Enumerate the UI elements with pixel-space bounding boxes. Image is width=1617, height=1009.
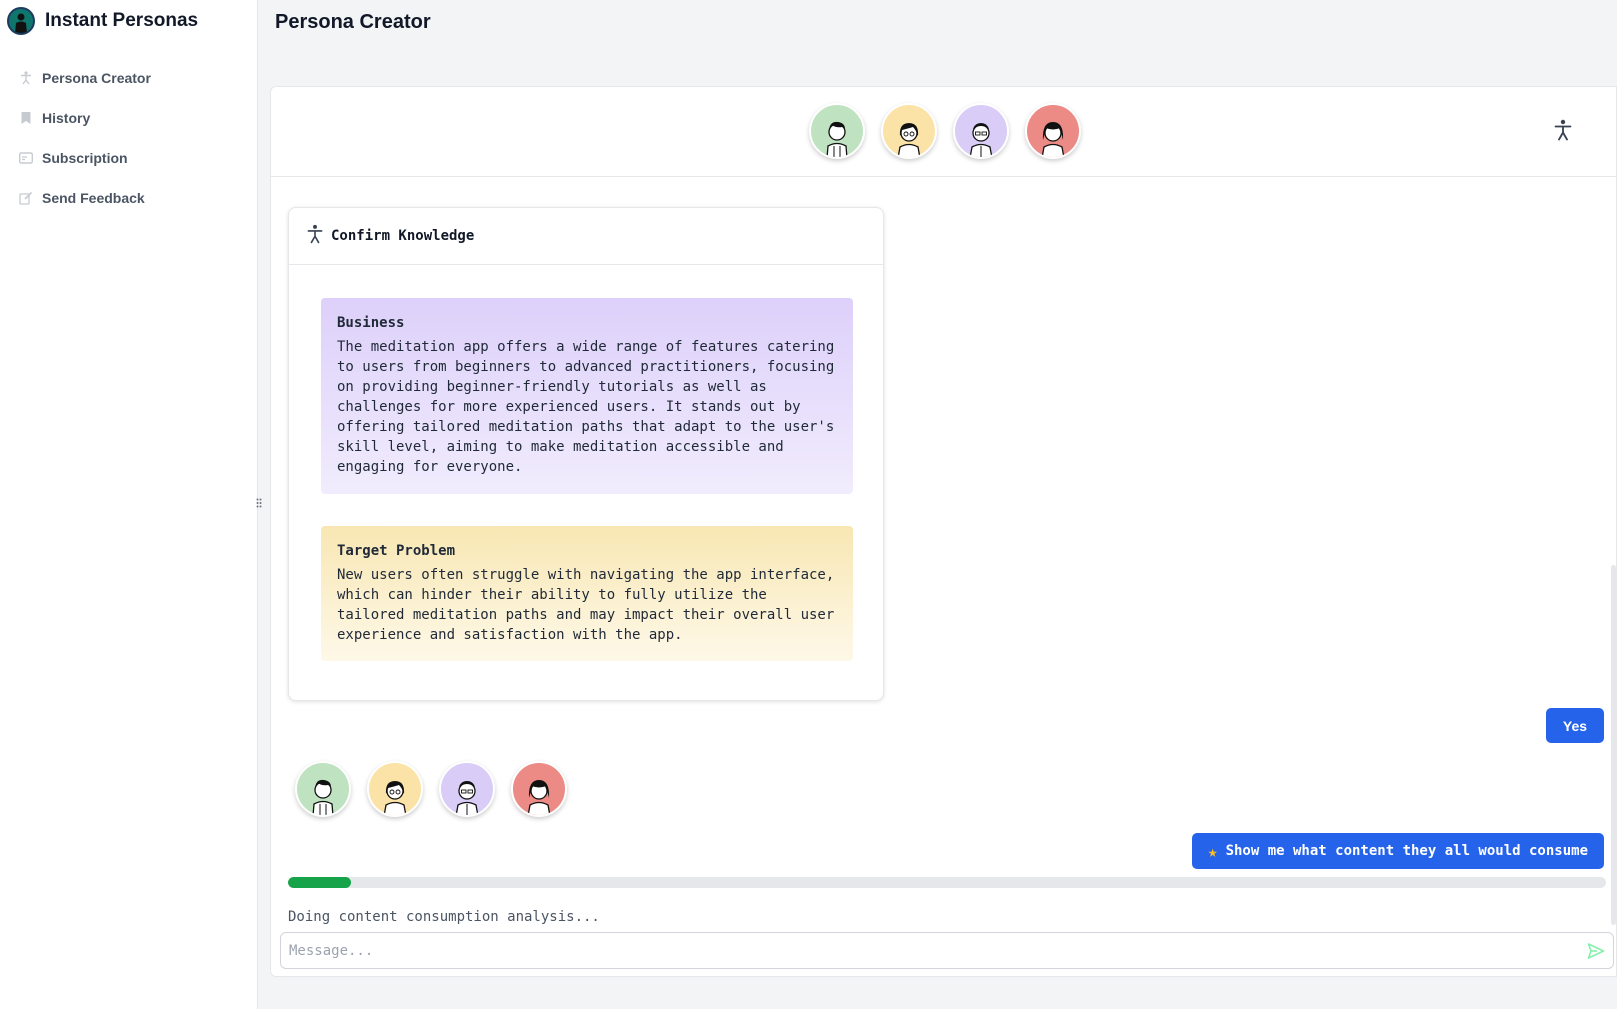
persona-avatar-4[interactable]: [511, 761, 567, 817]
progress-bar-fill: [288, 877, 352, 888]
sidebar-item-subscription[interactable]: Subscription: [0, 138, 257, 178]
message-input-container: [280, 932, 1614, 969]
persona-avatar-4[interactable]: [1025, 103, 1081, 159]
persona-avatar-row-chat: [295, 761, 567, 817]
business-box: Business The meditation app offers a wid…: [321, 298, 853, 494]
sidebar-item-label: Send Feedback: [42, 190, 145, 206]
pencil-icon: [18, 190, 34, 206]
person-illustration-icon: [375, 770, 415, 815]
business-text: The meditation app offers a wide range o…: [337, 339, 835, 475]
sidebar-item-persona-creator[interactable]: Persona Creator: [0, 58, 257, 98]
card-icon: [18, 150, 34, 166]
star-icon: ★: [1207, 841, 1218, 861]
persona-avatar-1[interactable]: [809, 103, 865, 159]
person-icon: [18, 70, 34, 86]
card-header: Confirm Knowledge: [289, 208, 883, 265]
sidebar-item-label: Persona Creator: [42, 70, 151, 86]
persona-avatar-2[interactable]: [367, 761, 423, 817]
chat-panel: Confirm Knowledge Business The meditatio…: [270, 86, 1617, 977]
yes-reply-button[interactable]: Yes: [1546, 708, 1604, 743]
status-text: Doing content consumption analysis...: [288, 909, 600, 925]
confirm-knowledge-card: Confirm Knowledge Business The meditatio…: [288, 207, 884, 701]
send-icon[interactable]: [1587, 942, 1605, 960]
person-illustration-icon: [889, 112, 929, 157]
persona-header: [271, 87, 1616, 177]
person-illustration-icon: [447, 770, 487, 815]
page-title: Persona Creator: [275, 11, 431, 33]
persona-avatar-2[interactable]: [881, 103, 937, 159]
sidebar-item-history[interactable]: History: [0, 98, 257, 138]
person-illustration-icon: [961, 112, 1001, 157]
sidebar-item-send-feedback[interactable]: Send Feedback: [0, 178, 257, 218]
message-input[interactable]: [281, 933, 1613, 968]
content-consumption-button[interactable]: ★ Show me what content they all would co…: [1191, 833, 1604, 869]
persona-avatar-3[interactable]: [439, 761, 495, 817]
target-problem-box: Target Problem New users often struggle …: [321, 526, 853, 661]
sidebar-item-label: Subscription: [42, 150, 128, 166]
target-problem-text: New users often struggle with navigating…: [337, 567, 835, 643]
progress-bar: [288, 877, 1606, 888]
business-title: Business: [337, 315, 405, 331]
person-illustration-icon: [519, 770, 559, 815]
target-problem-title: Target Problem: [337, 543, 456, 559]
person-illustration-icon: [1033, 112, 1073, 157]
sidebar: Instant Personas Persona Creator History…: [0, 0, 258, 1009]
persona-avatar-3[interactable]: [953, 103, 1009, 159]
accessibility-icon[interactable]: [1550, 117, 1576, 143]
card-title: Confirm Knowledge: [331, 228, 475, 244]
sidebar-resize-handle[interactable]: [254, 496, 263, 510]
person-illustration-icon: [303, 770, 343, 815]
persona-avatar-row: [809, 103, 1081, 159]
sidebar-nav: Persona Creator History Subscription Sen…: [0, 58, 257, 218]
accessibility-icon: [307, 224, 323, 249]
app-title: Instant Personas: [45, 10, 199, 31]
bookmark-icon: [18, 110, 34, 126]
sidebar-item-label: History: [42, 110, 91, 126]
brand[interactable]: Instant Personas: [0, 0, 257, 42]
persona-avatar-1[interactable]: [295, 761, 351, 817]
logo-icon: [7, 7, 35, 35]
scrollbar[interactable]: [1611, 565, 1616, 925]
content-consumption-label: Show me what content they all would cons…: [1225, 843, 1588, 859]
person-illustration-icon: [817, 112, 857, 157]
